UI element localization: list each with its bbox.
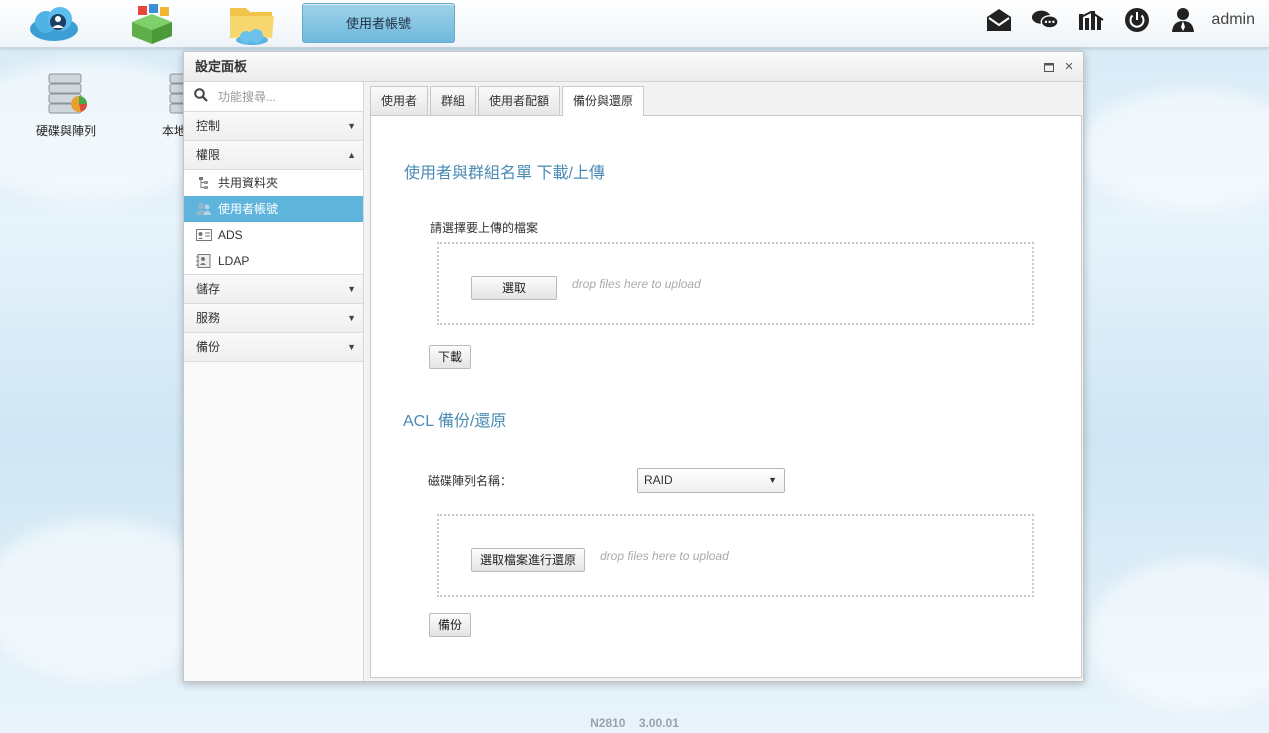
sidebar-category-service[interactable]: 服務 ▼ (184, 304, 363, 333)
user-list-section-title: 使用者與群組名單 下載/上傳 (404, 165, 605, 182)
username-label[interactable]: admin (1211, 11, 1255, 29)
chat-icon[interactable] (1031, 6, 1060, 34)
network-icon[interactable] (1077, 6, 1105, 34)
sidebar-category-storage[interactable]: 儲存 ▼ (184, 275, 363, 304)
sidebar-category-backup[interactable]: 備份 ▼ (184, 333, 363, 362)
taskbar: 使用者帳號 admin (0, 0, 1269, 48)
category-label: 儲存 (196, 282, 221, 296)
category-label: 權限 (196, 148, 221, 162)
disk-array-icon (41, 72, 91, 118)
raid-name-label: 磁碟陣列名稱： (428, 474, 513, 488)
raid-select[interactable]: RAID ▼ (637, 468, 785, 493)
sidebar-category-control[interactable]: 控制 ▼ (184, 112, 363, 141)
folder-tree-icon (196, 176, 212, 190)
drop-hint: drop files here to upload (572, 277, 701, 291)
settings-content: 使用者 群組 使用者配額 備份與還原 使用者與群組名單 下載/上傳 請選擇要上傳… (366, 82, 1083, 681)
sidebar-item-ldap[interactable]: LDAP (184, 248, 363, 274)
taskbar-tray: admin (967, 0, 1255, 40)
firmware-version: 3.00.01 (638, 716, 679, 730)
drop-hint: drop files here to upload (600, 549, 729, 563)
ldap-directory-icon (196, 254, 212, 268)
tab-users[interactable]: 使用者 (370, 86, 429, 115)
chevron-down-icon: ▼ (347, 313, 356, 323)
chevron-down-icon: ▼ (347, 342, 356, 352)
cloud-person-icon[interactable] (24, 2, 84, 46)
permission-items: 共用資料夾 使用者帳號 ADS LDAP (184, 170, 363, 275)
backup-button[interactable]: 備份 (429, 613, 472, 637)
tab-quota[interactable]: 使用者配額 (478, 86, 561, 115)
tab-backup-restore[interactable]: 備份與還原 (562, 86, 645, 116)
category-label: 服務 (196, 311, 221, 325)
sidebar-item-shared-folder[interactable]: 共用資料夾 (184, 170, 363, 196)
model-name: N2810 (590, 716, 626, 730)
desktop-icon-label: 硬碟與陣列 (35, 124, 96, 138)
choose-file-button[interactable]: 選取 (471, 276, 557, 300)
close-icon[interactable]: × (1059, 52, 1079, 82)
category-label: 控制 (196, 119, 221, 133)
maximize-icon[interactable] (1039, 52, 1059, 82)
backup-restore-panel: 使用者與群組名單 下載/上傳 請選擇要上傳的檔案 選取 drop files h… (370, 115, 1082, 678)
settings-sidebar: 控制 ▼ 權限 ▲ 共用資料夾 使用者帳號 (184, 82, 364, 681)
window-title: 設定面板 (195, 59, 248, 74)
power-icon[interactable] (1123, 6, 1151, 34)
desktop-icon-disk-array[interactable]: 硬碟與陣列 (31, 72, 101, 139)
id-card-icon (196, 228, 212, 242)
users-icon (196, 202, 212, 216)
acl-section-title: ACL 備份/還原 (403, 413, 507, 430)
app-center-icon[interactable] (122, 2, 182, 46)
chevron-up-icon: ▲ (347, 150, 356, 160)
settings-window: 設定面板 × 控制 ▼ 權限 ▲ 共用資料夾 (183, 51, 1084, 682)
tab-bar: 使用者 群組 使用者配額 備份與還原 (370, 86, 646, 116)
category-label: 備份 (196, 340, 221, 354)
chevron-down-icon: ▼ (347, 284, 356, 294)
sidebar-item-label: LDAP (218, 254, 250, 268)
mail-icon[interactable] (985, 6, 1013, 34)
sidebar-item-label: ADS (218, 228, 243, 242)
user-icon[interactable] (1169, 6, 1197, 34)
sidebar-category-permission[interactable]: 權限 ▲ (184, 141, 363, 170)
function-search (184, 82, 363, 112)
tab-groups[interactable]: 群組 (430, 86, 477, 115)
user-account-taskbar-tab[interactable]: 使用者帳號 (302, 3, 455, 43)
sidebar-item-label: 共用資料夾 (218, 176, 279, 190)
sidebar-item-ads[interactable]: ADS (184, 222, 363, 248)
folder-cloud-icon[interactable] (222, 2, 282, 46)
upload-file-label: 請選擇要上傳的檔案 (430, 221, 539, 235)
chevron-down-icon: ▼ (768, 475, 777, 485)
firmware-info: N2810 3.00.01 (0, 716, 1269, 730)
sidebar-item-label: 使用者帳號 (218, 202, 279, 216)
search-icon (194, 88, 208, 105)
search-input[interactable] (218, 89, 348, 104)
chevron-down-icon: ▼ (347, 121, 356, 131)
raid-select-value: RAID (644, 473, 673, 487)
sidebar-item-user-account[interactable]: 使用者帳號 (184, 196, 363, 222)
download-button[interactable]: 下載 (429, 345, 472, 369)
window-titlebar[interactable]: 設定面板 × (184, 52, 1083, 82)
choose-restore-file-button[interactable]: 選取檔案進行還原 (471, 548, 586, 572)
